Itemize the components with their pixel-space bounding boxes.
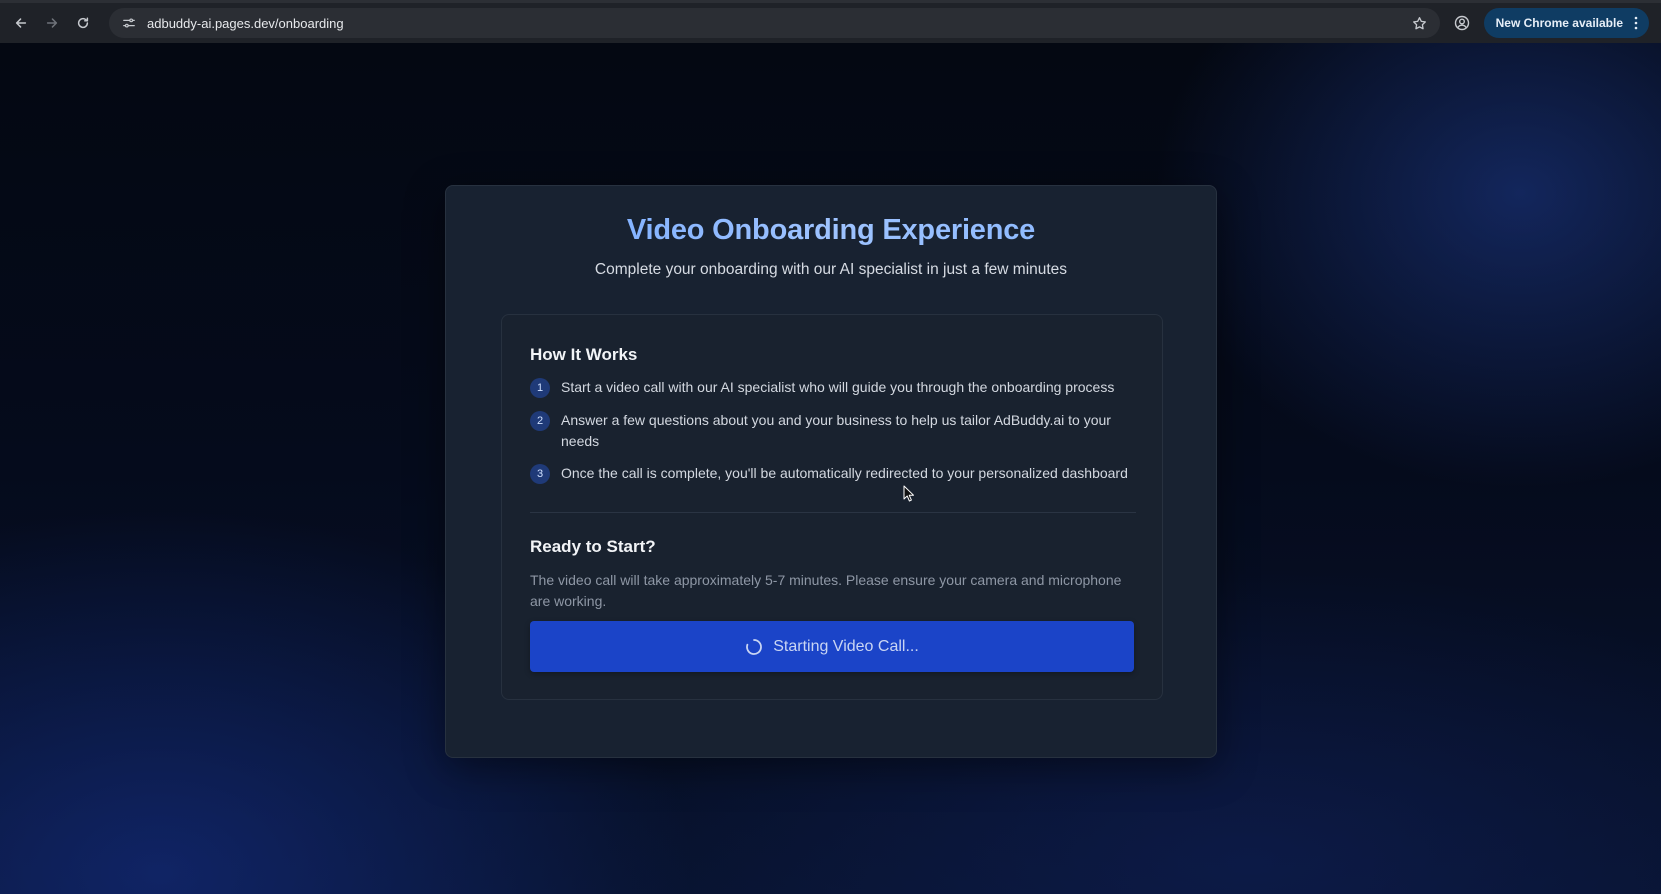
start-video-call-button[interactable]: Starting Video Call... [530, 621, 1134, 672]
page-subtitle: Complete your onboarding with our AI spe… [594, 261, 1068, 278]
step-item: 2 Answer a few questions about you and y… [530, 410, 1140, 451]
page-background: Video Onboarding Experience Complete you… [0, 43, 1661, 894]
step-number-badge: 2 [530, 411, 550, 431]
instructions-panel: How It Works 1 Start a video call with o… [501, 314, 1163, 700]
how-it-works-heading: How It Works [530, 345, 638, 364]
page-title: Video Onboarding Experience [446, 214, 1216, 247]
step-text: Once the call is complete, you'll be aut… [561, 465, 1128, 481]
forward-arrow-icon[interactable] [41, 12, 63, 34]
onboarding-card: Video Onboarding Experience Complete you… [445, 185, 1217, 758]
back-arrow-icon[interactable] [10, 12, 32, 34]
step-item: 1 Start a video call with our AI special… [530, 377, 1140, 398]
step-number-badge: 3 [530, 464, 550, 484]
profile-icon[interactable] [1450, 11, 1474, 35]
browser-toolbar: adbuddy-ai.pages.dev/onboarding New Chro… [0, 0, 1661, 43]
update-chrome-button[interactable]: New Chrome available [1483, 8, 1649, 38]
step-number-badge: 1 [530, 378, 550, 398]
address-bar[interactable]: adbuddy-ai.pages.dev/onboarding [109, 8, 1440, 38]
ready-heading: Ready to Start? [530, 537, 656, 556]
spinner-icon [745, 638, 763, 656]
ready-description: The video call will take approximately 5… [530, 572, 1122, 609]
step-text: Answer a few questions about you and you… [561, 412, 1111, 449]
star-icon[interactable] [1410, 13, 1430, 33]
steps-list: 1 Start a video call with our AI special… [530, 377, 1140, 496]
update-chrome-label: New Chrome available [1495, 16, 1623, 30]
mouse-cursor-icon [903, 485, 914, 502]
reload-icon[interactable] [72, 12, 94, 34]
site-info-icon[interactable] [119, 13, 139, 33]
step-text: Start a video call with our AI specialis… [561, 379, 1115, 395]
url-text[interactable]: adbuddy-ai.pages.dev/onboarding [147, 16, 1410, 31]
section-divider [530, 512, 1136, 513]
step-item: 3 Once the call is complete, you'll be a… [530, 463, 1140, 484]
start-video-call-label: Starting Video Call... [773, 637, 919, 655]
more-vert-icon[interactable] [1631, 16, 1641, 30]
